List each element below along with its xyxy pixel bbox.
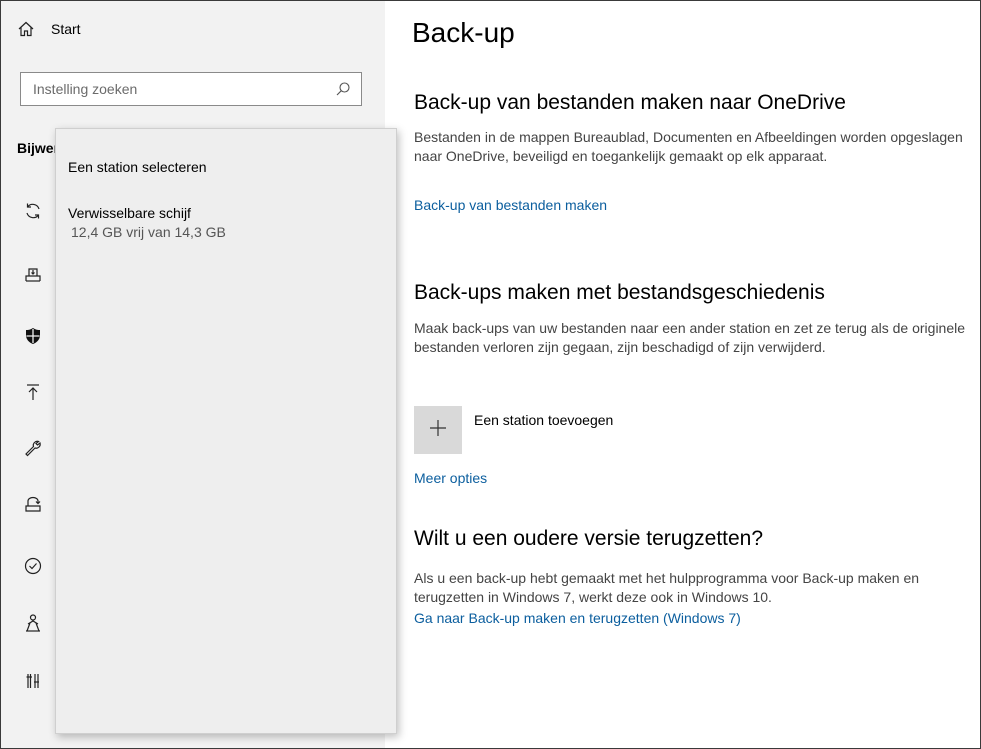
windows-security-shield-icon[interactable] [23,326,43,346]
older-version-heading: Wilt u een oudere versie terugzetten? [414,527,764,550]
sidebar: Start Bijwerken en beveiliging [1,1,397,748]
onedrive-description: Bestanden in de mappen Bureaublad, Docum… [414,129,963,164]
sync-icon[interactable] [23,201,43,221]
find-my-device-icon[interactable] [23,613,43,633]
onedrive-heading: Back-up van bestanden maken naar OneDriv… [414,91,846,114]
file-history-description: Maak back-ups van uw bestanden naar een … [414,320,966,355]
home-label: Start [51,21,81,37]
settings-search-box[interactable] [20,72,362,106]
older-version-description: Als u een back-up hebt gemaakt met het h… [414,570,920,605]
activation-icon[interactable] [23,556,43,576]
file-history-heading: Back-ups maken met bestandsgeschiedenis [414,281,825,304]
recovery-icon[interactable] [23,495,43,515]
search-icon[interactable] [335,81,351,97]
windows7-backup-link[interactable]: Ga naar Back-up maken en terugzetten (Wi… [414,610,741,626]
add-drive-button[interactable]: Een station toevoegen [414,406,613,454]
more-options-link[interactable]: Meer opties [414,470,487,486]
plus-icon [428,418,448,443]
drive-selection-flyout: Een station selecteren Verwisselbare sch… [55,128,397,734]
settings-window: Start Bijwerken en beveiliging [0,0,981,749]
delivery-optimization-icon[interactable] [23,265,43,285]
add-tile[interactable] [414,406,462,454]
page-title: Back-up [412,17,515,48]
add-drive-label: Een station toevoegen [474,412,614,428]
home-nav-item[interactable]: Start [17,20,81,38]
backup-files-link[interactable]: Back-up van bestanden maken [414,197,607,213]
removable-drive-option[interactable]: Verwisselbare schijf 12,4 GB vrij van 14… [56,199,396,249]
troubleshoot-wrench-icon[interactable] [23,438,43,458]
flyout-title: Een station selecteren [68,159,207,175]
backup-arrow-icon[interactable] [23,382,43,402]
home-icon [17,20,35,38]
drive-free-space: 12,4 GB vrij van 14,3 GB [71,224,226,240]
search-input[interactable] [31,80,335,98]
drive-name: Verwisselbare schijf [68,205,191,221]
developers-icon[interactable] [23,671,43,691]
